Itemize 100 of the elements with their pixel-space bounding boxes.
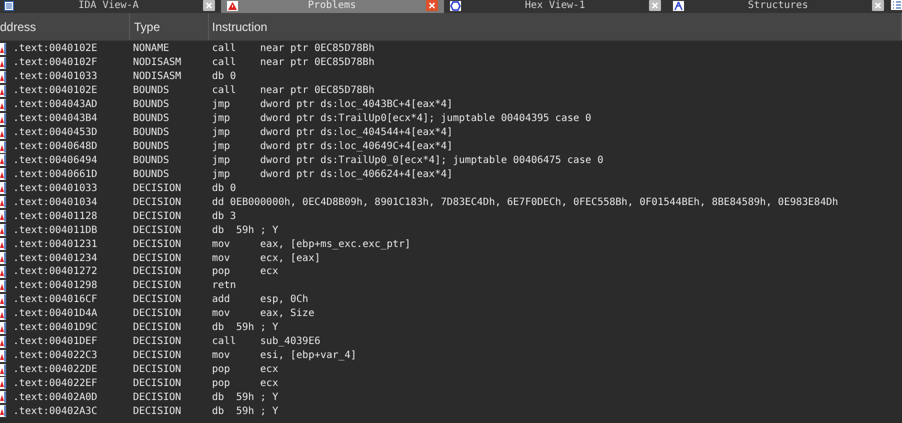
instruction-cell-text: dd 0EB000000h, 0EC4D8B09h, 8901C183h, 7D83EC4Dh, 6E7F0DECh, 0FEC558Bh, 0F01544BEh, 8BE84589h, 0E983E84Dh — [212, 196, 838, 210]
warning-icon — [0, 182, 6, 194]
type-cell-text: DECISION — [133, 196, 182, 210]
instruction-cell-text: db 59h ; Y — [212, 390, 278, 405]
instruction-cell-text: call near ptr 0EC85D78Bh — [212, 84, 375, 98]
type-cell-text: DECISION — [133, 321, 182, 336]
type-cell-text: NODISASM — [133, 56, 182, 70]
address-cell-text: .text:00402A0D — [13, 390, 98, 405]
address-cell-text: .text:00401DEF — [13, 335, 98, 350]
instruction-cell-text: pop ecx — [212, 265, 278, 280]
structure-icon — [673, 0, 684, 10]
type-cell-text: DECISION — [133, 238, 182, 252]
warning-icon — [0, 350, 6, 362]
instruction-cell-text: mov eax, Size — [212, 307, 314, 322]
warning-icon — [0, 196, 6, 208]
close-icon[interactable] — [649, 0, 661, 11]
column-header[interactable]: ddress — [0, 13, 130, 40]
address-cell-text: .text:00401234 — [13, 252, 98, 266]
hexagon-icon — [450, 0, 461, 10]
close-icon[interactable] — [872, 0, 884, 11]
address-cell-text: .text:00401298 — [13, 279, 98, 294]
address-cell-text: .text:0040102E — [13, 84, 98, 98]
type-cell-text: BOUNDS — [133, 140, 170, 154]
address-cell-text: .text:004043AD — [13, 98, 98, 112]
warning-icon — [227, 0, 238, 10]
warning-icon — [0, 308, 6, 320]
warning-icon — [0, 280, 6, 292]
type-cell-text: DECISION — [133, 265, 182, 280]
warning-icon — [0, 168, 6, 180]
instruction-cell-text: jmp dword ptr ds:loc_404544+4[eax*4] — [212, 126, 453, 140]
instruction-cell-text: db 59h ; Y — [212, 224, 278, 238]
warning-icon — [0, 391, 6, 404]
warning-icon — [0, 98, 6, 111]
address-cell-text: .text:00401033 — [13, 182, 98, 196]
address-cell-text: .text:0040102F — [13, 56, 98, 70]
instruction-cell-text: db 0 — [212, 70, 236, 84]
document-icon — [4, 0, 14, 10]
address-cell-text: .text:00401034 — [13, 196, 98, 210]
warning-icon — [0, 238, 6, 250]
type-cell-text: BOUNDS — [133, 168, 170, 182]
close-icon[interactable] — [426, 0, 438, 11]
type-cell-text: DECISION — [133, 363, 182, 378]
address-cell-text: .text:004011DB — [13, 224, 98, 238]
instruction-cell-text: db 59h ; Y — [212, 404, 278, 419]
type-cell-text: DECISION — [133, 376, 182, 391]
warning-icon — [0, 210, 6, 222]
address-cell-text: .text:00401272 — [13, 265, 98, 280]
type-cell-text: DECISION — [133, 390, 182, 405]
warning-icon — [0, 294, 6, 306]
address-cell-text: .text:0040661D — [13, 168, 98, 182]
type-cell-text: DECISION — [133, 224, 182, 238]
instruction-cell-text: jmp dword ptr ds:loc_4043BC+4[eax*4] — [212, 98, 453, 112]
address-cell-text: .text:004016CF — [13, 293, 98, 308]
instruction-cell-text: jmp dword ptr ds:loc_406624+4[eax*4] — [212, 168, 453, 182]
warning-icon — [0, 42, 6, 55]
instruction-cell-text: mov eax, [ebp+ms_exc.exc_ptr] — [212, 238, 411, 252]
type-cell-text: NODISASM — [133, 70, 182, 84]
address-cell-text: .text:00406494 — [13, 154, 98, 168]
type-cell-text: DECISION — [133, 293, 182, 308]
instruction-cell-text: jmp dword ptr ds:TrailUp0[ecx*4]; jumptable 00404395 case 0 — [212, 112, 592, 126]
instruction-cell-text: mov esi, [ebp+var_4] — [212, 349, 356, 364]
instruction-cell-text: call near ptr 0EC85D78Bh — [212, 42, 375, 56]
instruction-cell-text: pop ecx — [212, 363, 278, 378]
address-cell-text: .text:00401128 — [13, 210, 98, 224]
address-cell-text: .text:004022C3 — [13, 349, 98, 364]
address-cell-text: .text:00401033 — [13, 70, 98, 84]
instruction-cell-text: db 59h ; Y — [212, 321, 278, 336]
type-cell-text: DECISION — [133, 335, 182, 350]
instruction-cell-text: pop ecx — [212, 376, 278, 391]
column-header[interactable]: Instruction — [209, 13, 902, 40]
instruction-cell-text: mov ecx, [eax] — [212, 252, 320, 266]
type-cell-text: DECISION — [133, 279, 182, 294]
instruction-cell-text: jmp dword ptr ds:TrailUp0_0[ecx*4]; jumptable 00406475 case 0 — [212, 154, 604, 168]
warning-icon — [0, 56, 6, 69]
type-cell-text: BOUNDS — [133, 154, 170, 168]
warning-icon — [0, 84, 6, 97]
list-icon[interactable] — [891, 0, 902, 10]
type-cell-text: DECISION — [133, 307, 182, 322]
column-header[interactable]: Type — [130, 13, 209, 40]
warning-icon — [0, 224, 6, 236]
close-icon[interactable] — [203, 0, 215, 11]
type-cell-text: DECISION — [133, 252, 182, 266]
warning-icon — [0, 322, 6, 334]
type-cell-text: DECISION — [133, 349, 182, 364]
type-cell-text: NONAME — [133, 42, 170, 56]
warning-icon — [0, 336, 6, 348]
address-cell-text: .text:00401D9C — [13, 321, 98, 336]
warning-icon — [0, 405, 6, 418]
address-cell-text: .text:00401231 — [13, 238, 98, 252]
instruction-cell-text: call sub_4039E6 — [212, 335, 320, 350]
address-cell-text: .text:004043B4 — [13, 112, 98, 126]
type-cell-text: BOUNDS — [133, 84, 170, 98]
type-cell-text: DECISION — [133, 182, 182, 196]
address-cell-text: .text:0040453D — [13, 126, 98, 140]
warning-icon — [0, 112, 6, 125]
type-cell-text: BOUNDS — [133, 126, 170, 140]
type-cell-text: DECISION — [133, 210, 182, 224]
type-cell-text: BOUNDS — [133, 98, 170, 112]
address-cell-text: .text:0040102E — [13, 42, 98, 56]
instruction-cell-text: retn — [212, 279, 236, 294]
